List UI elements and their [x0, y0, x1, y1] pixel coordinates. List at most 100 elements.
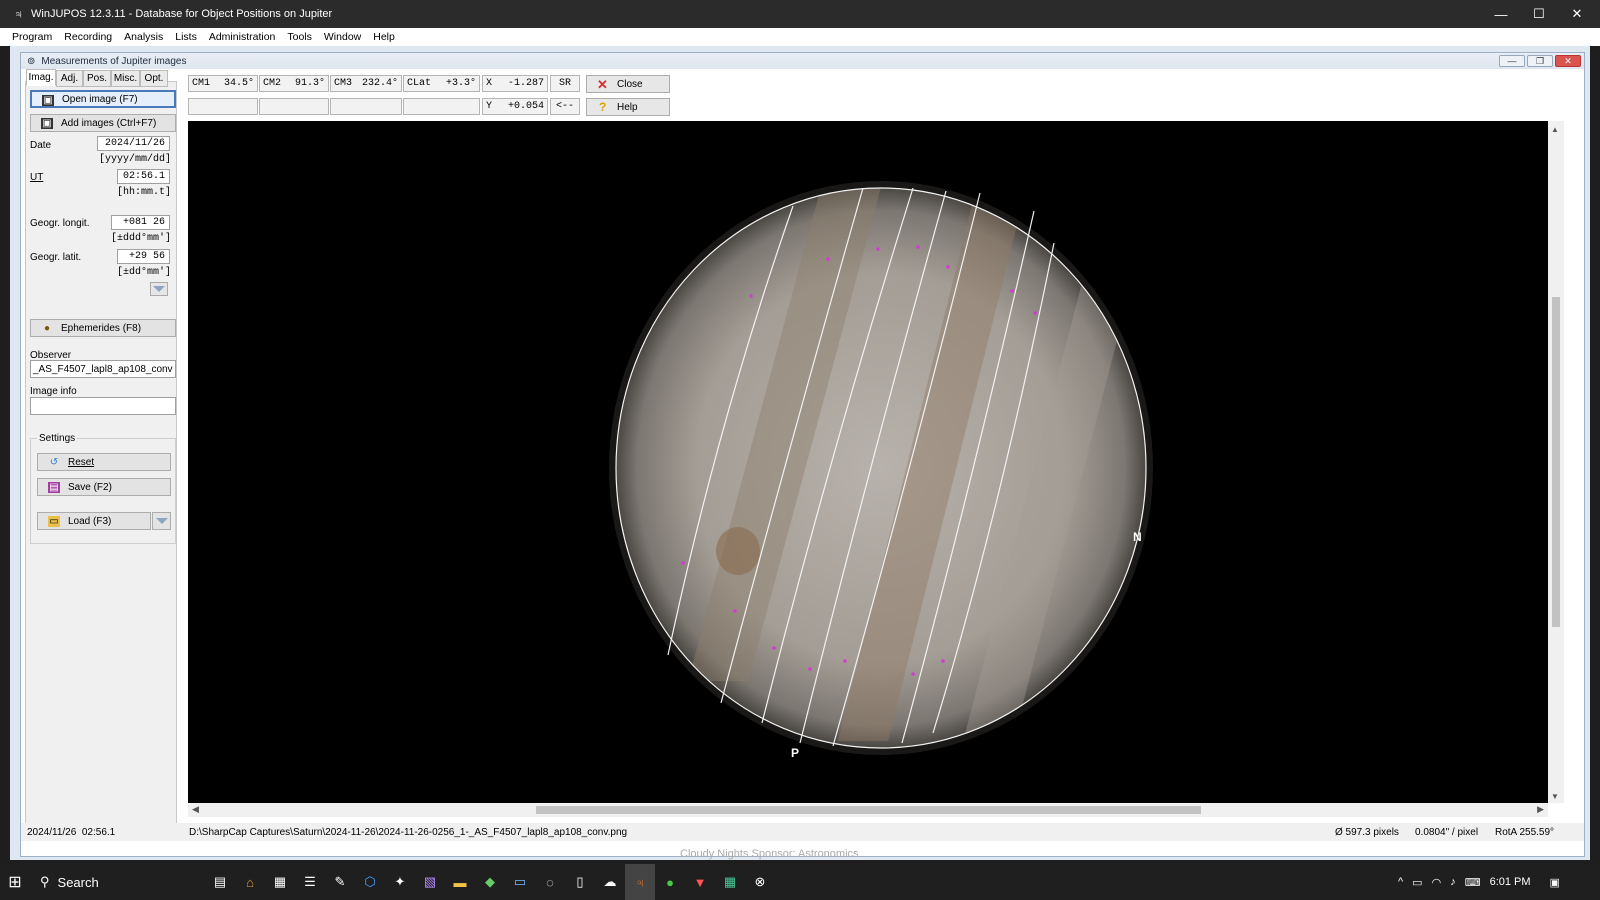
- close-measure-button[interactable]: ✕ Close: [586, 75, 670, 93]
- clock[interactable]: 6:01 PM: [1490, 876, 1531, 888]
- vertical-scroll-thumb[interactable]: [1552, 297, 1560, 627]
- latit-field[interactable]: +29 56: [117, 249, 170, 264]
- app-icon-1[interactable]: ⌂: [235, 864, 265, 900]
- child-close-button[interactable]: ✕: [1555, 55, 1581, 67]
- observer-field[interactable]: _AS_F4507_lapl8_ap108_conv: [30, 360, 176, 378]
- ut-field[interactable]: 02:56.1: [117, 169, 170, 184]
- cm3-label: CM3: [334, 78, 353, 89]
- notification-icon[interactable]: ▣: [1550, 876, 1560, 889]
- tab-misc[interactable]: Misc.: [111, 70, 140, 87]
- load-button[interactable]: ▭ Load (F3): [37, 512, 151, 530]
- ephemerides-label: Ephemerides (F8): [61, 322, 142, 334]
- latit-label: Geogr. latit.: [30, 252, 82, 263]
- menu-lists[interactable]: Lists: [169, 31, 203, 43]
- arrow-button[interactable]: <--: [550, 98, 580, 115]
- x-label: X: [486, 78, 493, 89]
- status-diameter: Ø 597.3 pixels: [1335, 826, 1399, 838]
- windows-start-icon[interactable]: ⊞: [0, 864, 30, 900]
- app-icon-4[interactable]: ✎: [325, 864, 355, 900]
- jupiter-image[interactable]: N P: [188, 121, 1548, 803]
- empty-cell-2: [259, 98, 329, 115]
- app-icon-15[interactable]: ▦: [715, 864, 745, 900]
- app-icon-3[interactable]: ☰: [295, 864, 325, 900]
- close-button[interactable]: ✕: [1558, 0, 1596, 28]
- tab-opt[interactable]: Opt.: [140, 70, 168, 87]
- reset-button[interactable]: ↺ Reset: [37, 453, 171, 471]
- cm2-label: CM2: [263, 78, 282, 89]
- app-icon-7[interactable]: ▧: [415, 864, 445, 900]
- open-image-button[interactable]: ▣ Open image (F7): [30, 90, 176, 108]
- north-label: N: [1133, 530, 1142, 544]
- scroll-left-icon[interactable]: ◀: [192, 804, 199, 815]
- app-icon-9[interactable]: ▭: [505, 864, 535, 900]
- ephemerides-button[interactable]: ● Ephemerides (F8): [30, 319, 176, 337]
- scroll-up-icon[interactable]: ▲: [1551, 125, 1559, 134]
- vertical-scrollbar[interactable]: ▲ ▼: [1548, 121, 1564, 803]
- help-button[interactable]: ? Help: [586, 98, 670, 116]
- child-maximize-button[interactable]: ❐: [1527, 55, 1553, 67]
- menu-administration[interactable]: Administration: [203, 31, 282, 43]
- scroll-down-icon[interactable]: ▼: [1551, 792, 1559, 801]
- menu-analysis[interactable]: Analysis: [118, 31, 169, 43]
- x-readout: X -1.287: [482, 75, 548, 92]
- add-images-label: Add images (Ctrl+F7): [61, 117, 157, 129]
- file-explorer-icon[interactable]: ▬: [445, 864, 475, 900]
- tray-chevron-icon[interactable]: ^: [1398, 876, 1403, 888]
- menu-program[interactable]: Program: [0, 31, 58, 43]
- keyboard-icon[interactable]: ⌨: [1465, 876, 1481, 889]
- menu-bar: Program Recording Analysis Lists Adminis…: [0, 28, 1600, 46]
- empty-cell-4: [403, 98, 480, 115]
- minimize-button[interactable]: —: [1482, 0, 1520, 28]
- location-dropdown-button[interactable]: [150, 282, 168, 296]
- status-bar: 2024/11/26 02:56.1 D:\SharpCap Captures\…: [21, 823, 1584, 841]
- app-icon-13[interactable]: ●: [655, 864, 685, 900]
- app-icon-12[interactable]: ☁: [595, 864, 625, 900]
- status-path: D:\SharpCap Captures\Saturn\2024-11-26\2…: [189, 826, 628, 838]
- app-icon-16[interactable]: ⊗: [745, 864, 775, 900]
- load-dropdown-button[interactable]: [152, 512, 171, 530]
- left-panel: Imag. Adj. Pos. Misc. Opt. ▣ Open image …: [25, 69, 177, 835]
- app-icon-10[interactable]: ◌: [535, 864, 565, 900]
- volume-icon[interactable]: ♪: [1450, 876, 1456, 888]
- add-image-icon: ▣: [41, 118, 53, 129]
- app-icon-2[interactable]: ▦: [265, 864, 295, 900]
- tab-adj[interactable]: Adj.: [56, 70, 83, 87]
- scroll-right-icon[interactable]: ▶: [1537, 804, 1544, 815]
- child-minimize-button[interactable]: —: [1499, 55, 1525, 67]
- child-window-title: Measurements of Jupiter images: [41, 55, 187, 67]
- battery-icon[interactable]: ▭: [1412, 876, 1422, 889]
- tab-pos[interactable]: Pos.: [83, 70, 111, 87]
- folder-icon: ▭: [48, 516, 60, 527]
- app-icon-14[interactable]: ▼: [685, 864, 715, 900]
- wifi-icon[interactable]: ◠: [1432, 876, 1442, 889]
- menu-help[interactable]: Help: [367, 31, 401, 43]
- menu-window[interactable]: Window: [318, 31, 367, 43]
- tab-imag[interactable]: Imag.: [26, 69, 56, 86]
- menu-recording[interactable]: Recording: [58, 31, 118, 43]
- planet-icon: ●: [43, 323, 51, 334]
- task-view-icon[interactable]: ▤: [205, 864, 235, 900]
- horizontal-scroll-thumb[interactable]: [536, 806, 1201, 814]
- app-icon-8[interactable]: ◆: [475, 864, 505, 900]
- image-info-field[interactable]: [30, 397, 176, 415]
- search-icon: ⚲: [40, 874, 50, 889]
- horizontal-scrollbar[interactable]: ◀ ▶: [188, 803, 1548, 817]
- add-images-button[interactable]: ▣ Add images (Ctrl+F7): [30, 114, 176, 132]
- sponsor-banner: Cloudy Nights Sponsor: Astronomics: [680, 848, 859, 860]
- system-tray: ^ ▭ ◠ ♪ ⌨ 6:01 PM ▣: [1398, 864, 1560, 900]
- image-viewport[interactable]: N P: [188, 121, 1548, 803]
- winjupos-taskbar-icon[interactable]: ♃: [625, 864, 655, 900]
- cm2-readout: CM2 91.3°: [259, 75, 329, 92]
- taskbar-search[interactable]: ⚲ Search: [30, 864, 205, 900]
- longit-field[interactable]: +081 26: [111, 215, 170, 230]
- maximize-button[interactable]: ☐: [1520, 0, 1558, 28]
- cm2-value: 91.3°: [294, 78, 325, 89]
- date-field[interactable]: 2024/11/26: [97, 136, 170, 151]
- menu-tools[interactable]: Tools: [281, 31, 318, 43]
- sr-label: SR: [558, 78, 571, 89]
- sr-button[interactable]: SR: [550, 75, 580, 92]
- app-icon-5[interactable]: ⬡: [355, 864, 385, 900]
- app-icon-11[interactable]: ▯: [565, 864, 595, 900]
- save-button[interactable]: ▤ Save (F2): [37, 478, 171, 496]
- app-icon-6[interactable]: ✦: [385, 864, 415, 900]
